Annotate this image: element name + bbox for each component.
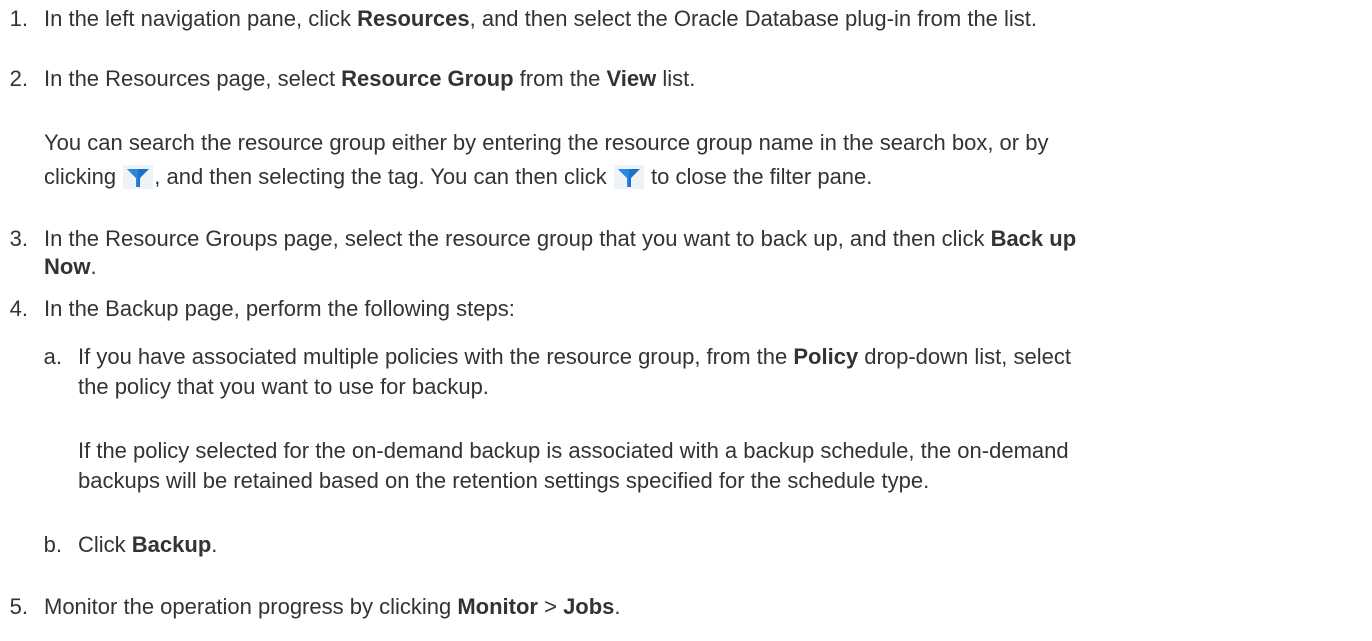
step-number: 1.: [9, 6, 28, 31]
step-number: 2.: [9, 66, 28, 91]
substep-letter: b.: [43, 532, 62, 557]
ui-term-policy: Policy: [793, 344, 859, 369]
substep-a-note-line-2: backups will be retained based on the re…: [78, 468, 930, 493]
ui-term-now: Now: [44, 254, 91, 279]
step-number: 3.: [9, 226, 28, 251]
step-number: 5.: [9, 594, 28, 619]
filter-icon: [613, 165, 644, 189]
ui-term-resource-group: Resource Group: [341, 66, 514, 91]
ui-term-jobs: Jobs: [563, 594, 615, 619]
ui-term-backup: Backup: [131, 532, 212, 557]
step-2-note-line-2: clicking , and then selecting the tag. Y…: [44, 164, 873, 189]
substep-letter: a.: [43, 344, 62, 369]
substep-a-continued: the policy that you want to use for back…: [78, 374, 489, 399]
step-3-continued: Now.: [44, 254, 97, 279]
ui-term-back-up: Back up: [990, 226, 1077, 251]
filter-icon: [123, 165, 154, 189]
procedure-document: 1. In the left navigation pane, click Re…: [0, 0, 1372, 641]
ui-term-resources: Resources: [357, 6, 470, 31]
step-2-note-line-1: You can search the resource group either…: [44, 130, 1049, 155]
ui-term-view: View: [606, 66, 657, 91]
step-number: 4.: [9, 296, 28, 321]
substep-a-note-line-1: If the policy selected for the on-demand…: [78, 438, 1069, 463]
ui-term-monitor: Monitor: [457, 594, 538, 619]
